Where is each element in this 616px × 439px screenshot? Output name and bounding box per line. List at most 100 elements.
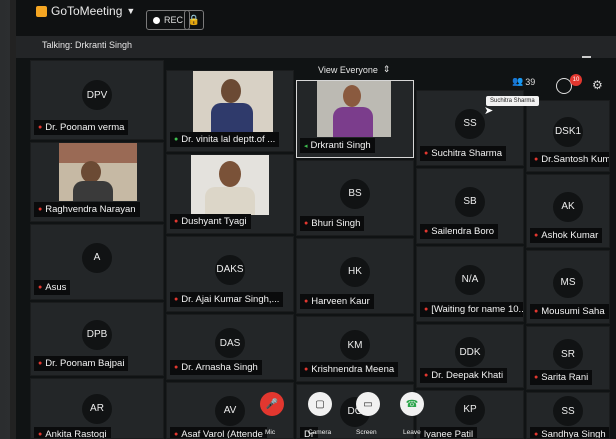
avatar: BS [340, 178, 370, 209]
video-feed [59, 143, 137, 201]
participant-name-text: Dr. Arnasha Singh [181, 362, 258, 373]
avatar: DPB [82, 319, 112, 350]
avatar: N/A [455, 264, 485, 295]
mic-muted-icon: ● [174, 218, 179, 225]
participant-tile[interactable]: ● Dr. vinita lal deptt.of ... [166, 70, 294, 152]
minimize-icon[interactable] [582, 56, 591, 58]
participant-name-text: Ankita Rastogi [45, 429, 107, 439]
shirt [205, 187, 255, 215]
participant-tile[interactable]: ● Raghvendra Narayan [30, 142, 164, 222]
participant-tile[interactable]: MS ● Mousumi Saha [526, 250, 610, 324]
participant-tile-active[interactable]: ◂ Drkranti Singh [296, 80, 414, 158]
participant-name-text: Sandhya Singh [541, 429, 606, 439]
video-feed [317, 81, 391, 137]
app-logo[interactable]: GoToMeeting ▼ [36, 4, 135, 18]
participant-tile[interactable]: DAS ● Dr. Arnasha Singh [166, 314, 294, 380]
participant-name: ● Dr. Deepak Khati [420, 368, 508, 383]
leave-icon: ☎ [405, 398, 419, 410]
participant-name: ● Mousumi Saha [530, 304, 609, 319]
camera-off-icon: ▢ [315, 398, 325, 410]
lock-icon: 🔒 [187, 14, 201, 26]
avatar: HK [340, 256, 370, 287]
leave-label: Leave [403, 429, 421, 436]
avatar: KM [340, 330, 370, 361]
hover-tooltip: Suchitra Sharma [486, 96, 539, 106]
avatar: A [82, 242, 112, 273]
screen-share-icon: ▭ [363, 398, 373, 410]
participant-name-text: Dr. Poonam verma [45, 122, 125, 133]
participant-name-text: Suchitra Sharma [431, 148, 502, 159]
participant-name-text: Dushyant Tyagi [181, 216, 247, 227]
mic-muted-icon: ● [174, 296, 179, 303]
mic-button[interactable]: 🎤 [260, 392, 284, 416]
participant-name-text: Drkranti Singh [310, 140, 371, 151]
lock-button[interactable]: 🔒 [184, 10, 204, 30]
participant-name-text: Raghvendra Narayan [45, 204, 136, 215]
participant-name: ● Sarita Rani [530, 370, 593, 385]
participant-tile[interactable]: DSK1 ●Dr.Santosh Kumar [526, 100, 610, 172]
participant-tile[interactable]: DAKS ● Dr. Ajai Kumar Singh,... [166, 236, 294, 312]
participant-name: ● Dr. Arnasha Singh [170, 360, 262, 375]
participant-name-text: [Waiting for name 10... [431, 304, 524, 315]
participant-name: ● Dr. Poonam Bajpai [34, 356, 129, 371]
participant-name-text: Dr.Santosh Kumar [541, 154, 610, 165]
participant-name-text: Sailendra Boro [431, 226, 495, 237]
participant-name: ● [Waiting for name 10... [420, 302, 524, 317]
participant-tile[interactable]: DDK ● Dr. Deepak Khati [416, 324, 524, 388]
participant-tile[interactable]: HK ● Harveen Kaur [296, 238, 414, 314]
screen-button[interactable]: ▭ [356, 392, 380, 416]
participant-name: ●Dr.Santosh Kumar [530, 152, 610, 167]
participant-tile[interactable]: SS ● Sandhya Singh [526, 392, 610, 439]
participant-name: ● Suchitra Sharma [420, 146, 506, 161]
avatar: DAS [215, 328, 245, 359]
participant-tile[interactable]: ● Dushyant Tyagi [166, 154, 294, 234]
talking-bar: Talking: Drkranti Singh [16, 36, 616, 58]
participant-name: ● Sailendra Boro [420, 224, 499, 239]
participant-name: ● Bhuri Singh [300, 216, 365, 231]
camera-button[interactable]: ▢ [308, 392, 332, 416]
video-feed [193, 71, 273, 133]
participant-name-text: Harveen Kaur [311, 296, 370, 307]
participant-tile[interactable]: SB ● Sailendra Boro [416, 168, 524, 244]
participant-name-text: Ashok Kumar [541, 230, 599, 241]
mic-muted-icon: ● [534, 156, 539, 163]
mic-muted-icon: ● [304, 220, 309, 227]
participant-name: ● Ashok Kumar [530, 228, 603, 243]
avatar: KP [455, 394, 485, 425]
app-name: GoToMeeting [51, 4, 123, 18]
mic-muted-icon: ● [424, 372, 429, 379]
talking-indicator: Talking: Drkranti Singh [42, 40, 133, 50]
record-label: REC [164, 15, 184, 25]
leave-button[interactable]: ☎ [400, 392, 424, 416]
mic-muted-icon: ● [174, 364, 179, 371]
avatar: DPV [82, 80, 112, 111]
avatar: SR [553, 339, 583, 370]
participant-tile[interactable]: KM ● Krishnendra Meena [296, 316, 414, 382]
mic-muted-icon: ● [534, 232, 539, 239]
participant-grid: DPV ● Dr. Poonam verma ● Dr. vinita lal de… [20, 60, 610, 439]
participant-tile[interactable]: SR ● Sarita Rani [526, 326, 610, 390]
participant-tile[interactable]: DPV ● Dr. Poonam verma [30, 60, 164, 140]
participant-tile[interactable]: A ● Asus [30, 224, 164, 300]
participant-name: ● Asus [34, 280, 71, 295]
participant-tile[interactable]: AK ● Ashok Kumar [526, 174, 610, 248]
participant-tile[interactable]: BS ● Bhuri Singh [296, 160, 414, 236]
participant-name: ● Harveen Kaur [300, 294, 374, 309]
mic-muted-icon: ● [38, 431, 43, 438]
participant-name-text: Sarita Rani [541, 372, 589, 383]
mic-muted-icon: ● [534, 374, 539, 381]
participant-tile[interactable]: N/A ● [Waiting for name 10... [416, 246, 524, 322]
participant-name: ● Dr. vinita lal deptt.of ... [170, 132, 280, 147]
participant-name: ● Dr. Poonam verma [34, 120, 129, 135]
mic-on-icon: ● [174, 136, 179, 143]
participant-tile[interactable]: DPB ● Dr. Poonam Bajpai [30, 302, 164, 376]
participant-tile[interactable]: AR ● Ankita Rastogi [30, 378, 164, 439]
mic-muted-icon: ● [174, 431, 179, 438]
screen-label: Screen [356, 429, 377, 436]
mic-muted-icon: ● [424, 306, 429, 313]
mic-label: Mic [265, 429, 276, 436]
curtain [59, 143, 137, 163]
avatar: AV [215, 395, 245, 426]
face [81, 161, 101, 183]
logo-icon [36, 5, 47, 17]
